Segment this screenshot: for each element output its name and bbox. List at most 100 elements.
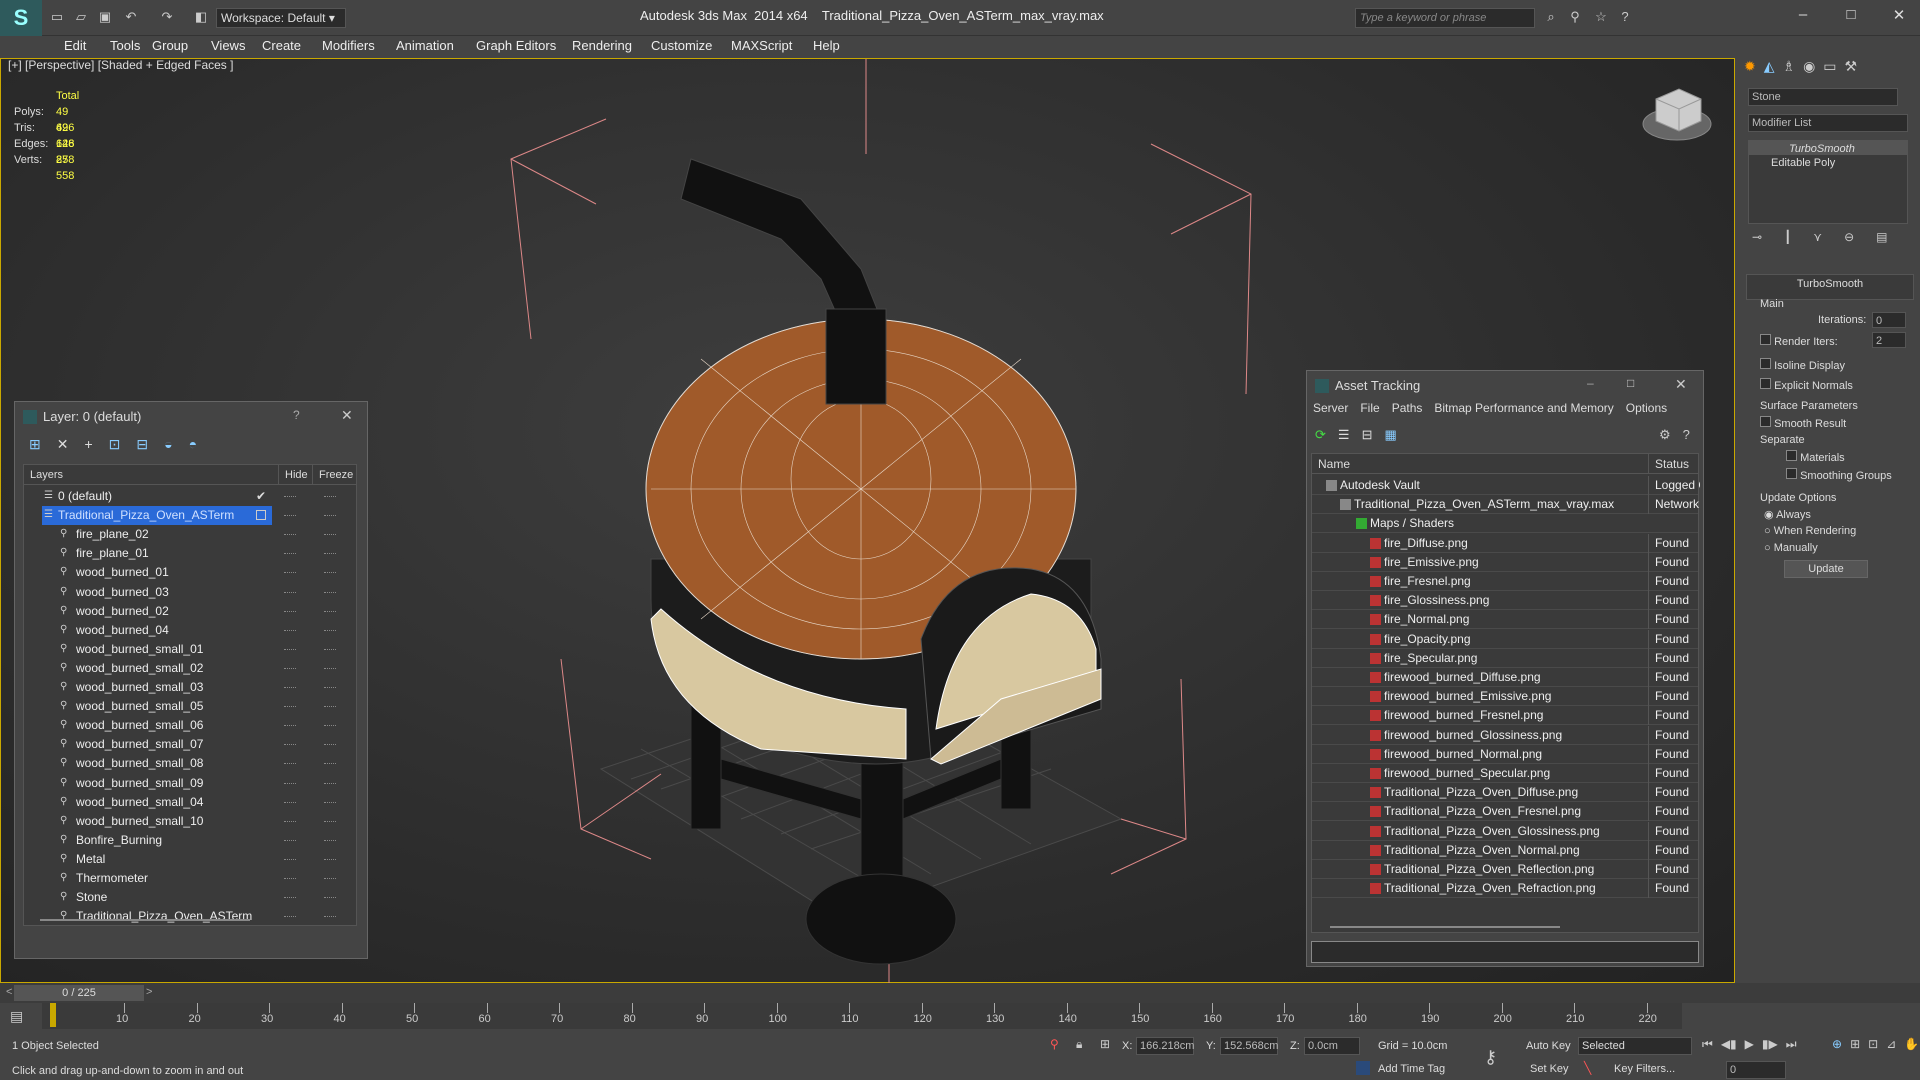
layer-row[interactable]: ⚲ Metal [24,850,356,869]
hide-toggle[interactable] [284,763,296,765]
go-to-end-icon[interactable]: ⏭ [1786,1037,1797,1052]
layer-row[interactable]: ⚲ Bonfire_Burning [24,831,356,850]
project-icon[interactable]: ◧ [192,8,210,26]
maximize-icon[interactable]: □ [1836,6,1866,26]
smooth-result-checkbox[interactable] [1760,416,1771,427]
hide-toggle[interactable] [284,572,296,574]
menu-graph-editors[interactable]: Graph Editors [476,38,556,53]
asset-row[interactable]: fire_Emissive.png Found [1312,552,1698,572]
track-bar[interactable]: 10 20 30 40 50 60 70 80 90 100 110 120 130 140 150 160 1… [42,1003,1682,1029]
layer-row[interactable]: ⚲ fire_plane_02 [24,525,356,544]
layer-row[interactable]: ⚲ wood_burned_02 [24,602,356,621]
asset-row[interactable]: Traditional_Pizza_Oven_Glossiness.png Fou… [1312,821,1698,841]
asset-menu-options[interactable]: Options [1626,401,1667,415]
menu-modifiers[interactable]: Modifiers [322,38,375,53]
asset-close-icon[interactable]: ✕ [1675,376,1687,393]
asset-row[interactable]: Traditional_Pizza_Oven_ASTerm_max_vray.m… [1312,495,1699,515]
col-name[interactable]: Name [1318,454,1350,474]
menu-group[interactable]: Group [152,38,188,53]
menu-rendering[interactable]: Rendering [572,38,632,53]
y-coordinate-field[interactable]: 152.568cm [1220,1037,1278,1055]
render-iters-spinner[interactable]: 2 [1872,332,1906,348]
object-name-field[interactable]: Stone [1748,88,1898,106]
minimize-icon[interactable]: – [1788,6,1818,26]
always-radio[interactable]: ◉ Always [1764,508,1811,521]
list-view-icon[interactable]: ☰ [1338,427,1350,443]
asset-row[interactable]: Traditional_Pizza_Oven_Normal.png Found [1312,840,1698,860]
hide-toggle[interactable] [284,534,296,536]
asset-row[interactable]: firewood_burned_Diffuse.png Found [1312,668,1698,687]
set-key-button[interactable]: Set Key [1530,1063,1569,1075]
configure-sets-icon[interactable]: ▤ [1876,230,1887,250]
layer-row[interactable]: ☰ Traditional_Pizza_Oven_ASTerm [24,506,356,526]
app-logo-icon[interactable]: S [0,0,42,38]
layer-row[interactable]: ⚲ wood_burned_small_09 [24,774,356,793]
next-frame-icon[interactable]: > [146,986,152,998]
tree-view-icon[interactable]: ⊟ [1362,427,1373,443]
help-icon[interactable]: ? [1616,8,1634,26]
freeze-toggle[interactable] [324,706,336,708]
layer-scrollbar[interactable] [40,919,250,921]
open-icon[interactable]: ▱ [72,8,90,26]
stack-item-editable-poly[interactable]: Editable Poly [1749,155,1907,169]
binoculars-icon[interactable]: ⌕ [1542,8,1560,26]
asset-row[interactable]: Traditional_Pizza_Oven_Reflection.png Fou… [1312,860,1698,879]
key-icon[interactable]: ⚲ [1566,8,1584,26]
freeze-toggle[interactable] [324,744,336,746]
modify-tab-icon[interactable]: ◭ [1764,58,1775,82]
manually-radio[interactable]: ○ Manually [1764,542,1818,554]
asset-menu-bitmap[interactable]: Bitmap Performance and Memory [1434,401,1613,415]
asset-row[interactable]: fire_Opacity.png Found [1312,629,1698,649]
zoom-icon[interactable]: ⊕ [1832,1037,1842,1052]
freeze-toggle[interactable] [324,801,336,803]
hide-toggle[interactable] [284,801,296,803]
active-layer-check-icon[interactable]: ✔ [256,487,266,506]
layer-row[interactable]: ⚲ wood_burned_small_10 [24,812,356,831]
hide-toggle[interactable] [284,629,296,631]
freeze-toggle[interactable] [324,591,336,593]
redo-icon[interactable]: ↷ [158,8,176,26]
go-to-start-icon[interactable]: ⏮ [1702,1037,1713,1052]
layer-row[interactable]: ⚲ wood_burned_small_01 [24,640,356,659]
hide-toggle[interactable] [284,839,296,841]
hide-toggle[interactable] [284,744,296,746]
next-key-icon[interactable]: ▮▶ [1762,1037,1778,1052]
asset-row[interactable]: fire_Glossiness.png Found [1312,591,1698,611]
freeze-toggle[interactable] [324,782,336,784]
hide-toggle[interactable] [284,916,296,918]
undo-icon[interactable]: ↶ [122,8,140,26]
col-hide[interactable]: Hide [278,465,308,485]
network-icon[interactable]: ⚙ [1659,427,1671,443]
asset-window-title[interactable]: Asset Tracking [1307,371,1703,401]
layer-row[interactable]: ⚲ wood_burned_small_07 [24,735,356,754]
update-button[interactable]: Update [1784,560,1868,578]
play-icon[interactable]: ▶ [1745,1037,1754,1052]
help-asset-icon[interactable]: ? [1683,427,1690,443]
layer-row[interactable]: ⚲ wood_burned_small_05 [24,697,356,716]
freeze-toggle[interactable] [324,763,336,765]
pan-icon[interactable]: ✋ [1904,1037,1919,1052]
prev-key-icon[interactable]: ◀▮ [1721,1037,1737,1052]
asset-menu-server[interactable]: Server [1313,401,1348,415]
layer-row[interactable]: ⚲ Thermometer [24,869,356,888]
freeze-toggle[interactable] [324,667,336,669]
layer-row[interactable]: ⚲ Stone [24,888,356,907]
freeze-toggle[interactable] [324,916,336,918]
hide-toggle[interactable] [284,725,296,727]
auto-key-button[interactable]: Auto Key [1526,1040,1571,1052]
freeze-toggle[interactable] [324,572,336,574]
zoom-extents-icon[interactable]: ⊡ [1868,1037,1878,1052]
time-slider[interactable]: < 0 / 225 > [0,983,1920,1003]
hide-toggle[interactable] [284,667,296,669]
freeze-toggle[interactable] [324,610,336,612]
create-tab-icon[interactable]: ✹ [1744,58,1756,82]
freeze-toggle[interactable] [324,629,336,631]
layer-window-title[interactable]: Layer: 0 (default) [15,402,367,432]
add-time-tag[interactable]: Add Time Tag [1378,1063,1445,1075]
time-marker[interactable] [50,1003,56,1027]
frame-counter[interactable]: 0 / 225 [14,985,144,1001]
viewport-label[interactable]: [+] [Perspective] [Shaded + Edged Faces … [8,58,233,72]
layer-close-icon[interactable]: ✕ [341,407,353,424]
col-freeze[interactable]: Freeze [312,465,353,485]
layer-row[interactable]: ⚲ wood_burned_small_06 [24,716,356,735]
